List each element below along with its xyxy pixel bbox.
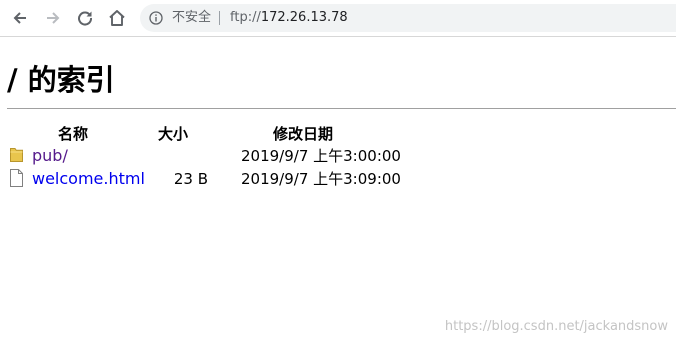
back-arrow-icon — [13, 12, 26, 24]
url-host: 172.26.13.78 — [260, 10, 348, 25]
home-button[interactable] — [104, 6, 130, 30]
reload-button[interactable] — [72, 6, 98, 30]
reload-icon — [78, 11, 93, 26]
file-icon — [10, 169, 23, 187]
back-button[interactable] — [7, 6, 33, 30]
column-header-modified[interactable]: 修改日期 — [273, 124, 333, 144]
entry-size: 23 B — [173, 170, 208, 188]
entry-link-welcome[interactable]: welcome.html — [32, 168, 145, 190]
entry-modified: 2019/9/7 上午3:09:00 — [241, 170, 401, 188]
title-divider — [7, 108, 676, 109]
browser-toolbar: 不安全 ftp://172.26.13.78 — [0, 0, 676, 37]
address-bar[interactable]: 不安全 ftp://172.26.13.78 — [140, 4, 676, 32]
address-separator — [219, 11, 220, 25]
url-scheme: ftp:// — [230, 10, 261, 25]
watermark: https://blog.csdn.net/jackandsnow — [444, 319, 668, 334]
entry-link-pub[interactable]: pub/ — [32, 145, 68, 167]
url-text[interactable]: ftp://172.26.13.78 — [230, 4, 348, 32]
table-row: pub/ 2019/9/7 上午3:00:00 — [0, 145, 676, 167]
column-header-name[interactable]: 名称 — [58, 124, 88, 144]
home-icon — [109, 10, 125, 26]
column-header-size[interactable]: 大小 — [158, 124, 188, 144]
info-icon[interactable] — [149, 11, 163, 25]
forward-button[interactable] — [40, 6, 66, 30]
entry-modified: 2019/9/7 上午3:00:00 — [241, 147, 401, 165]
forward-arrow-icon — [47, 12, 60, 24]
table-row: welcome.html 23 B 2019/9/7 上午3:09:00 — [0, 168, 676, 190]
page-title: / 的索引 — [7, 63, 115, 97]
security-label: 不安全 — [172, 10, 212, 25]
folder-icon — [10, 148, 23, 162]
